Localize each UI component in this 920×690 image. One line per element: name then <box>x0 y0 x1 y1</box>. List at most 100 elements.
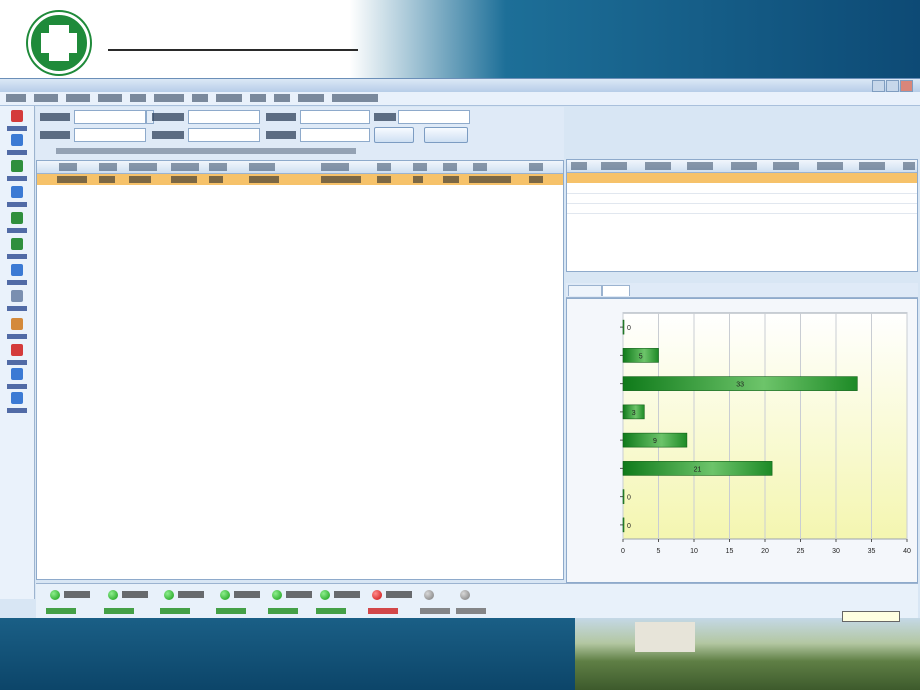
campus-photo <box>575 618 920 690</box>
bar-data-label: 0 <box>627 325 631 332</box>
status-light-bar <box>36 583 918 620</box>
table-cell <box>209 176 223 183</box>
filter-label <box>266 113 296 121</box>
menu-item[interactable] <box>6 94 26 102</box>
turnaround-chart-panel: 0 5 10 15 20 25 30 35 40 0 5 33 3 9 21 0 0 <box>566 298 918 583</box>
column-header[interactable] <box>773 162 799 170</box>
column-header[interactable] <box>377 163 391 171</box>
module-icon <box>11 212 23 224</box>
sidebar-item-label <box>7 334 27 339</box>
status-time <box>122 591 148 598</box>
module-icon <box>11 368 23 380</box>
table-cell <box>469 176 511 183</box>
sidebar-item-label <box>7 176 27 181</box>
hospital-cross-logo-icon <box>28 12 90 74</box>
column-header[interactable] <box>687 162 713 170</box>
menu-item[interactable] <box>130 94 146 102</box>
menu-bar <box>0 92 920 106</box>
column-header[interactable] <box>209 163 227 171</box>
tab-item[interactable] <box>568 285 602 296</box>
sidebar-item-label <box>7 408 27 413</box>
menu-item[interactable] <box>274 94 290 102</box>
bar-data-label: 5 <box>639 353 643 360</box>
menu-item[interactable] <box>332 94 378 102</box>
tab-item-active[interactable] <box>602 285 630 296</box>
filter-label <box>152 113 184 121</box>
patient-department-select[interactable] <box>188 128 260 142</box>
maximize-icon[interactable] <box>886 80 899 92</box>
status-step-label <box>368 608 398 614</box>
menu-item[interactable] <box>34 94 58 102</box>
patient-name-input[interactable] <box>300 110 370 124</box>
column-header[interactable] <box>859 162 885 170</box>
column-header[interactable] <box>129 163 157 171</box>
column-header[interactable] <box>59 163 77 171</box>
column-header[interactable] <box>443 163 457 171</box>
exit-button[interactable] <box>424 127 468 143</box>
column-header[interactable] <box>529 163 543 171</box>
filter-label <box>40 131 70 139</box>
module-icon <box>11 344 23 356</box>
column-header[interactable] <box>731 162 757 170</box>
status-light-icon <box>460 590 470 600</box>
status-step-label <box>46 608 76 614</box>
column-header[interactable] <box>249 163 275 171</box>
column-header[interactable] <box>413 163 427 171</box>
menu-item[interactable] <box>298 94 324 102</box>
column-header[interactable] <box>645 162 671 170</box>
bar-data-label: 0 <box>627 495 631 502</box>
menu-item[interactable] <box>192 94 208 102</box>
table-cell <box>321 176 361 183</box>
column-header[interactable] <box>321 163 349 171</box>
column-header[interactable] <box>473 163 487 171</box>
module-icon <box>11 186 23 198</box>
column-header[interactable] <box>817 162 843 170</box>
menu-item[interactable] <box>216 94 242 102</box>
sidebar-item-label <box>7 228 27 233</box>
module-icon <box>11 264 23 276</box>
x-tick-label: 20 <box>761 548 769 555</box>
status-time <box>386 591 412 598</box>
start-date-input[interactable] <box>74 110 146 124</box>
sidebar-item-label <box>7 254 27 259</box>
column-header[interactable] <box>99 163 117 171</box>
table-row[interactable] <box>567 203 917 214</box>
close-icon[interactable] <box>900 80 913 92</box>
bar-data-label: 3 <box>632 410 636 417</box>
x-tick-label: 40 <box>903 548 911 555</box>
search-hint-text <box>56 148 356 154</box>
minimize-icon[interactable] <box>872 80 885 92</box>
status-time <box>334 591 360 598</box>
menu-item[interactable] <box>250 94 266 102</box>
column-header[interactable] <box>601 162 627 170</box>
table-cell <box>129 176 151 183</box>
bed-number-input[interactable] <box>300 128 370 142</box>
sidebar-item-label <box>7 202 27 207</box>
table-cell <box>171 176 197 183</box>
column-header[interactable] <box>171 163 199 171</box>
column-header[interactable] <box>903 162 915 170</box>
tooltip <box>842 611 900 622</box>
column-header[interactable] <box>571 162 587 170</box>
search-button[interactable] <box>374 127 414 143</box>
table-cell <box>377 176 391 183</box>
status-step-label <box>316 608 346 614</box>
x-tick-label: 30 <box>832 548 840 555</box>
x-tick-label: 5 <box>657 548 661 555</box>
status-light-icon <box>220 590 230 600</box>
barcode-input[interactable] <box>398 110 470 124</box>
status-light-icon <box>320 590 330 600</box>
filter-label <box>152 131 184 139</box>
module-icon <box>11 238 23 250</box>
bar <box>622 517 625 533</box>
sidebar-item[interactable] <box>5 390 29 424</box>
menu-item[interactable] <box>98 94 122 102</box>
status-time <box>64 591 90 598</box>
module-icon <box>11 290 23 302</box>
table-row-selected[interactable] <box>37 174 563 185</box>
menu-item[interactable] <box>66 94 90 102</box>
patient-id-input[interactable] <box>188 110 260 124</box>
end-date-input[interactable] <box>74 128 146 142</box>
table-row-selected[interactable] <box>567 173 917 183</box>
menu-item[interactable] <box>154 94 184 102</box>
